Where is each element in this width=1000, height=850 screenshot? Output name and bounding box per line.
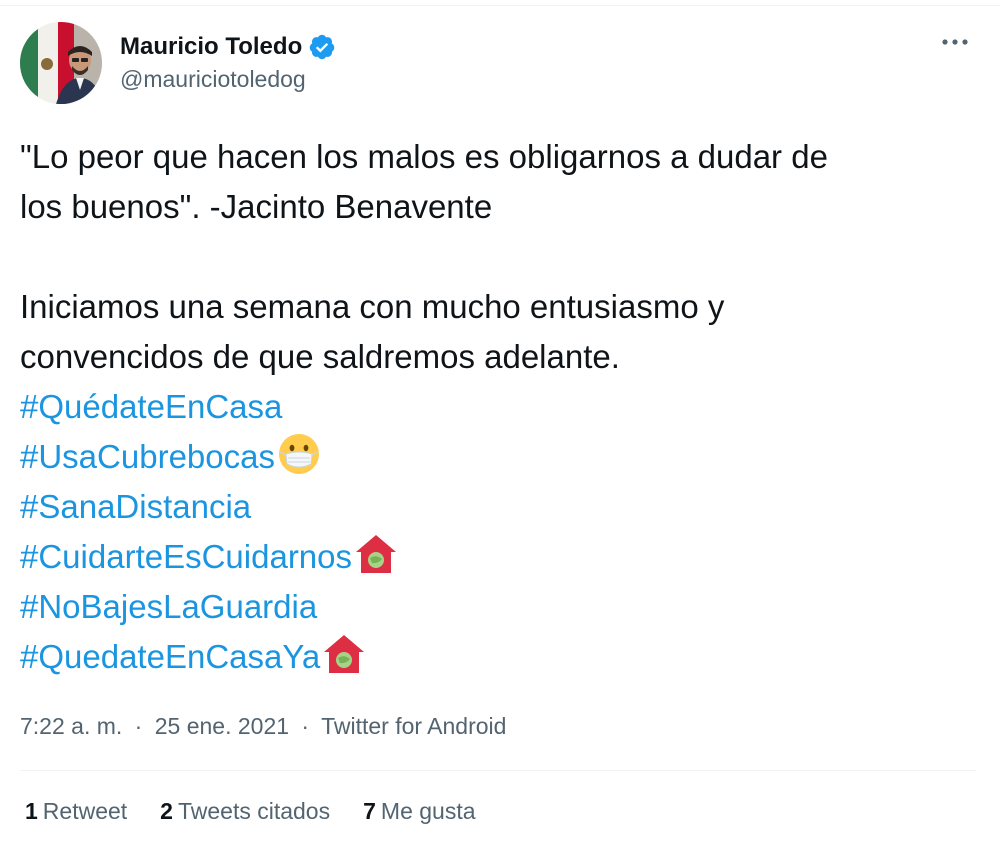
meta-separator: · xyxy=(134,713,143,739)
likes-stat[interactable]: 7 Me gusta xyxy=(363,798,475,825)
top-border xyxy=(0,5,1000,6)
tweet-text-line: "Lo peor que hacen los malos es obligarn… xyxy=(20,138,828,175)
verified-badge-icon xyxy=(308,33,336,61)
likes-label: Me gusta xyxy=(380,798,476,824)
hashtag-line: #NoBajesLaGuardia xyxy=(20,582,980,632)
tweet-meta: 7:22 a. m. · 25 ene. 2021 · Twitter for … xyxy=(20,713,506,740)
more-options-icon[interactable] xyxy=(938,32,972,52)
meta-separator: · xyxy=(301,713,310,739)
divider xyxy=(20,770,976,771)
hashtag-link[interactable]: #QuédateEnCasa xyxy=(20,388,282,425)
quotes-label: Tweets citados xyxy=(177,798,331,824)
hashtag-link[interactable]: #SanaDistancia xyxy=(20,488,251,525)
tweet-text-line: Iniciamos una semana con mucho entusiasm… xyxy=(20,288,725,325)
retweets-label: Retweet xyxy=(42,798,128,824)
tweet-text: "Lo peor que hacen los malos es obligarn… xyxy=(20,132,980,682)
author-handle[interactable]: @mauriciotoledog xyxy=(120,66,336,93)
tweet-card: Mauricio Toledo @mauriciotoledog "Lo peo… xyxy=(0,0,1000,850)
tweet-text-line: convencidos de que saldremos adelante. xyxy=(20,338,620,375)
retweets-stat[interactable]: 1 Retweet xyxy=(25,798,127,825)
likes-count: 7 xyxy=(363,798,376,824)
tweet-time[interactable]: 7:22 a. m. xyxy=(20,713,122,739)
hashtag-line: #QuedateEnCasaYa xyxy=(20,632,980,682)
tweet-source[interactable]: Twitter for Android xyxy=(321,713,506,739)
hashtag-line: #QuédateEnCasa xyxy=(20,382,980,432)
hashtag-line: #UsaCubrebocas xyxy=(20,432,980,482)
hashtag-link[interactable]: #NoBajesLaGuardia xyxy=(20,588,317,625)
hashtag-link[interactable]: #UsaCubrebocas xyxy=(20,438,275,475)
tweet-date[interactable]: 25 ene. 2021 xyxy=(155,713,289,739)
avatar[interactable] xyxy=(20,22,102,104)
name-row: Mauricio Toledo xyxy=(120,30,336,64)
hashtag-link[interactable]: #CuidarteEsCuidarnos xyxy=(20,538,352,575)
hashtag-line: #CuidarteEsCuidarnos xyxy=(20,532,980,582)
retweets-count: 1 xyxy=(25,798,38,824)
house-heart-emoji-icon xyxy=(322,632,366,690)
tweet-stats: 1 Retweet 2 Tweets citados 7 Me gusta xyxy=(25,798,509,825)
hashtag-link[interactable]: #QuedateEnCasaYa xyxy=(20,638,320,675)
house-heart-emoji-icon xyxy=(354,532,398,590)
hashtag-line: #SanaDistancia xyxy=(20,482,980,532)
tweet-text-line: los buenos". -Jacinto Benavente xyxy=(20,188,493,225)
author-name[interactable]: Mauricio Toledo xyxy=(120,33,302,61)
quotes-count: 2 xyxy=(160,798,173,824)
author-info: Mauricio Toledo @mauriciotoledog xyxy=(120,30,336,93)
quote-tweets-stat[interactable]: 2 Tweets citados xyxy=(160,798,330,825)
mask-face-emoji-icon xyxy=(277,432,321,490)
tweet-header: Mauricio Toledo @mauriciotoledog xyxy=(20,22,980,107)
